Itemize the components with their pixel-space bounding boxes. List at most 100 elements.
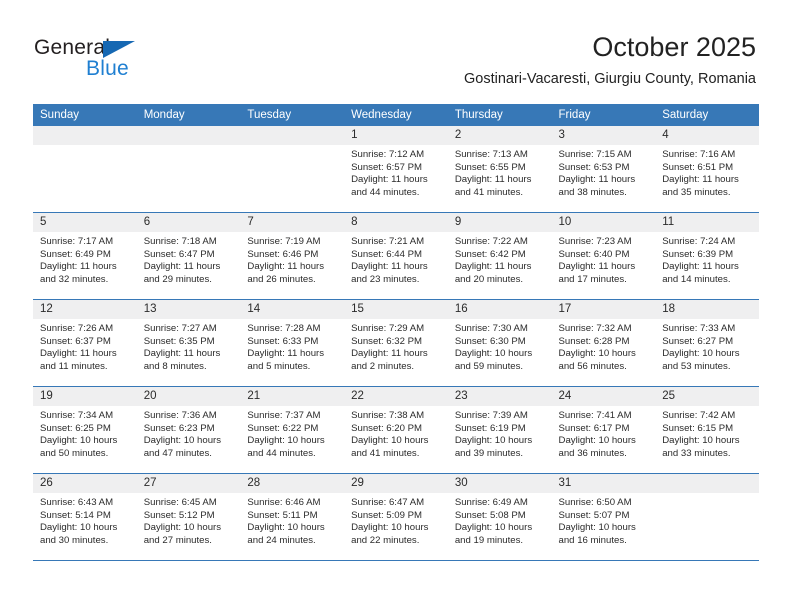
day-details: Sunrise: 7:37 AM Sunset: 6:22 PM Daylight:… xyxy=(240,406,344,460)
day-details: Sunrise: 7:18 AM Sunset: 6:47 PM Daylight:… xyxy=(137,232,241,286)
sunrise-text: Sunrise: 7:32 AM xyxy=(558,323,632,334)
calendar-day-cell[interactable]: 20 Sunrise: 7:36 AM Sunset: 6:23 PM Dayligh… xyxy=(136,386,241,474)
daylight-text-line1: Daylight: 11 hours xyxy=(143,261,221,273)
calendar-day-cell-empty xyxy=(136,126,241,213)
calendar-day-cell[interactable]: 26 Sunrise: 6:43 AM Sunset: 5:14 PM Dayligh… xyxy=(33,473,137,561)
day-cell-inner: 20 Sunrise: 7:36 AM Sunset: 6:23 PM Dayligh… xyxy=(136,387,241,473)
page-header: General Blue October 2025 Gostinari-Vaca… xyxy=(0,0,792,104)
calendar-day-cell[interactable]: 19 Sunrise: 7:34 AM Sunset: 6:25 PM Dayligh… xyxy=(33,386,137,474)
day-details: Sunrise: 6:45 AM Sunset: 5:12 PM Daylight:… xyxy=(137,493,241,547)
calendar-day-cell[interactable]: 7 Sunrise: 7:19 AM Sunset: 6:46 PM Daylight… xyxy=(240,212,345,300)
sunset-text: Sunset: 6:53 PM xyxy=(558,161,630,173)
day-number: 13 xyxy=(136,300,241,319)
sunset-text: Sunset: 6:40 PM xyxy=(558,248,630,260)
calendar-day-cell[interactable]: 9 Sunrise: 7:22 AM Sunset: 6:42 PM Daylight… xyxy=(447,212,552,300)
calendar-day-cell[interactable]: 31 Sunrise: 6:50 AM Sunset: 5:07 PM Dayligh… xyxy=(551,473,656,561)
day-number: 19 xyxy=(33,387,137,406)
sunset-text: Sunset: 6:32 PM xyxy=(351,335,423,347)
sunset-text: Sunset: 6:55 PM xyxy=(454,161,526,173)
calendar-day-cell[interactable]: 22 Sunrise: 7:38 AM Sunset: 6:20 PM Dayligh… xyxy=(344,386,448,474)
daylight-text-line2: and 24 minutes. xyxy=(247,534,316,546)
calendar-day-cell[interactable]: 2 Sunrise: 7:13 AM Sunset: 6:55 PM Daylight… xyxy=(447,126,552,213)
day-details: Sunrise: 7:19 AM Sunset: 6:46 PM Daylight:… xyxy=(240,232,344,286)
daylight-text-line2: and 8 minutes. xyxy=(143,360,207,372)
calendar-day-cell[interactable]: 5 Sunrise: 7:17 AM Sunset: 6:49 PM Daylight… xyxy=(33,212,137,300)
calendar-day-cell[interactable]: 21 Sunrise: 7:37 AM Sunset: 6:22 PM Dayligh… xyxy=(240,386,345,474)
day-cell-inner: 22 Sunrise: 7:38 AM Sunset: 6:20 PM Dayligh… xyxy=(344,387,448,473)
sunrise-text: Sunrise: 7:21 AM xyxy=(351,236,425,247)
sunset-text: Sunset: 6:33 PM xyxy=(247,335,319,347)
daylight-text-line2: and 53 minutes. xyxy=(662,360,731,372)
calendar-day-cell[interactable]: 29 Sunrise: 6:47 AM Sunset: 5:09 PM Dayligh… xyxy=(344,473,448,561)
calendar-day-cell[interactable]: 23 Sunrise: 7:39 AM Sunset: 6:19 PM Dayligh… xyxy=(447,386,552,474)
daylight-text-line2: and 47 minutes. xyxy=(143,447,212,459)
calendar-day-cell[interactable]: 3 Sunrise: 7:15 AM Sunset: 6:53 PM Daylight… xyxy=(551,126,656,213)
sunset-text: Sunset: 5:12 PM xyxy=(143,509,215,521)
calendar-day-cell[interactable]: 4 Sunrise: 7:16 AM Sunset: 6:51 PM Daylight… xyxy=(655,126,759,213)
sunrise-text: Sunrise: 6:47 AM xyxy=(351,497,425,508)
sunrise-text: Sunrise: 6:43 AM xyxy=(40,497,114,508)
calendar-day-cell[interactable]: 25 Sunrise: 7:42 AM Sunset: 6:15 PM Dayligh… xyxy=(655,386,759,474)
day-number: 9 xyxy=(447,213,552,232)
calendar-day-cell[interactable]: 30 Sunrise: 6:49 AM Sunset: 5:08 PM Dayligh… xyxy=(447,473,552,561)
sunset-text: Sunset: 5:14 PM xyxy=(40,509,111,521)
day-details: Sunrise: 6:47 AM Sunset: 5:09 PM Daylight:… xyxy=(344,493,448,547)
calendar-day-cell[interactable]: 14 Sunrise: 7:28 AM Sunset: 6:33 PM Dayligh… xyxy=(240,299,345,387)
calendar-day-cell[interactable]: 27 Sunrise: 6:45 AM Sunset: 5:12 PM Dayligh… xyxy=(136,473,241,561)
daylight-text-line1: Daylight: 10 hours xyxy=(454,522,533,534)
calendar-day-cell[interactable]: 24 Sunrise: 7:41 AM Sunset: 6:17 PM Dayligh… xyxy=(551,386,656,474)
day-details: Sunrise: 7:42 AM Sunset: 6:15 PM Daylight:… xyxy=(655,406,759,460)
daylight-text-line2: and 44 minutes. xyxy=(247,447,316,459)
weekday-header-wednesday: Wednesday xyxy=(344,104,448,126)
sunset-text: Sunset: 6:42 PM xyxy=(454,248,526,260)
calendar-day-cell-empty xyxy=(33,126,137,213)
day-number: 8 xyxy=(344,213,448,232)
calendar-day-cell[interactable]: 12 Sunrise: 7:26 AM Sunset: 6:37 PM Dayligh… xyxy=(33,299,137,387)
calendar-day-cell[interactable]: 16 Sunrise: 7:30 AM Sunset: 6:30 PM Dayligh… xyxy=(447,299,552,387)
calendar-day-cell[interactable]: 8 Sunrise: 7:21 AM Sunset: 6:44 PM Daylight… xyxy=(344,212,448,300)
day-cell-inner: 13 Sunrise: 7:27 AM Sunset: 6:35 PM Dayligh… xyxy=(136,300,241,386)
sunrise-text: Sunrise: 7:15 AM xyxy=(558,149,632,160)
sunrise-text: Sunrise: 7:39 AM xyxy=(454,410,528,421)
daylight-text-line1: Daylight: 10 hours xyxy=(351,435,429,447)
calendar-day-cell[interactable]: 13 Sunrise: 7:27 AM Sunset: 6:35 PM Dayligh… xyxy=(136,299,241,387)
day-details: Sunrise: 7:23 AM Sunset: 6:40 PM Daylight:… xyxy=(552,232,656,286)
sunrise-text: Sunrise: 6:50 AM xyxy=(558,497,632,508)
daylight-text-line2: and 14 minutes. xyxy=(662,273,731,285)
day-number: 20 xyxy=(136,387,241,406)
calendar-day-cell[interactable]: 15 Sunrise: 7:29 AM Sunset: 6:32 PM Dayligh… xyxy=(344,299,448,387)
sunrise-text: Sunrise: 7:26 AM xyxy=(40,323,114,334)
calendar-body: 1 Sunrise: 7:12 AM Sunset: 6:57 PM Daylight… xyxy=(33,126,759,561)
day-details: Sunrise: 7:34 AM Sunset: 6:25 PM Daylight:… xyxy=(33,406,137,460)
day-cell-inner: 25 Sunrise: 7:42 AM Sunset: 6:15 PM Dayligh… xyxy=(655,387,759,473)
day-details: Sunrise: 7:33 AM Sunset: 6:27 PM Daylight:… xyxy=(655,319,759,373)
day-number: 26 xyxy=(33,474,137,493)
calendar-day-cell[interactable]: 28 Sunrise: 6:46 AM Sunset: 5:11 PM Dayligh… xyxy=(240,473,345,561)
daylight-text-line2: and 5 minutes. xyxy=(247,360,311,372)
calendar-day-cell[interactable]: 18 Sunrise: 7:33 AM Sunset: 6:27 PM Dayligh… xyxy=(655,299,759,387)
day-number: 11 xyxy=(655,213,759,232)
daylight-text-line1: Daylight: 11 hours xyxy=(662,261,739,273)
sunset-text: Sunset: 5:09 PM xyxy=(351,509,423,521)
day-cell-inner: 24 Sunrise: 7:41 AM Sunset: 6:17 PM Dayligh… xyxy=(551,387,656,473)
day-details: Sunrise: 7:38 AM Sunset: 6:20 PM Daylight:… xyxy=(344,406,448,460)
day-number: 7 xyxy=(240,213,345,232)
day-cell-inner: 2 Sunrise: 7:13 AM Sunset: 6:55 PM Daylight… xyxy=(447,126,552,212)
calendar-day-cell[interactable]: 11 Sunrise: 7:24 AM Sunset: 6:39 PM Dayligh… xyxy=(655,212,759,300)
sunrise-text: Sunrise: 6:49 AM xyxy=(454,497,528,508)
weekday-header-saturday: Saturday xyxy=(655,104,759,126)
calendar-day-cell[interactable]: 17 Sunrise: 7:32 AM Sunset: 6:28 PM Dayligh… xyxy=(551,299,656,387)
sunset-text: Sunset: 6:20 PM xyxy=(351,422,423,434)
sunrise-text: Sunrise: 7:22 AM xyxy=(454,236,528,247)
sunset-text: Sunset: 6:17 PM xyxy=(558,422,630,434)
daylight-text-line2: and 39 minutes. xyxy=(454,447,524,459)
day-cell-inner: 5 Sunrise: 7:17 AM Sunset: 6:49 PM Daylight… xyxy=(33,213,137,299)
generalblue-logo[interactable]: General Blue xyxy=(34,36,164,82)
calendar-day-cell[interactable]: 10 Sunrise: 7:23 AM Sunset: 6:40 PM Dayligh… xyxy=(551,212,656,300)
daylight-text-line1: Daylight: 11 hours xyxy=(351,261,428,273)
daylight-text-line2: and 41 minutes. xyxy=(454,186,524,198)
calendar-day-cell[interactable]: 6 Sunrise: 7:18 AM Sunset: 6:47 PM Daylight… xyxy=(136,212,241,300)
day-cell-inner: 16 Sunrise: 7:30 AM Sunset: 6:30 PM Dayligh… xyxy=(447,300,552,386)
calendar-day-cell[interactable]: 1 Sunrise: 7:12 AM Sunset: 6:57 PM Daylight… xyxy=(344,126,448,213)
sunset-text: Sunset: 6:30 PM xyxy=(454,335,526,347)
